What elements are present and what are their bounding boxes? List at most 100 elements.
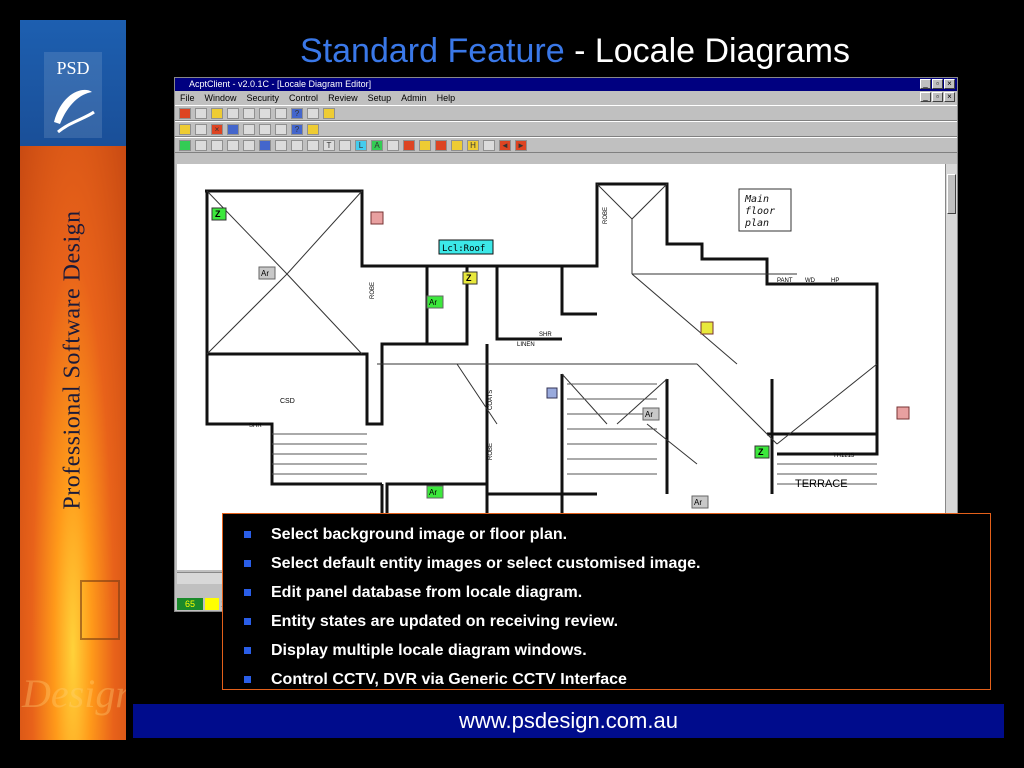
child-close-button[interactable]: × [944,92,955,102]
panel-icon[interactable] [195,107,207,119]
ar-marker: Ar [694,498,702,507]
brand-watermark: Design [22,671,126,716]
sun-icon[interactable] [451,139,463,151]
menu-window[interactable]: Window [204,91,238,105]
save-icon[interactable] [227,123,239,135]
diagram-canvas[interactable]: Main floor plan Lcl:Roof LINEN CSD PANT … [177,164,945,570]
help-icon[interactable]: ? [291,107,303,119]
map-icon[interactable] [243,107,255,119]
shape-icon[interactable] [339,139,351,151]
main-floor-plan-note: Main floor plan [738,188,792,232]
feature-text: Entity states are updated on receiving r… [271,613,619,630]
menu-security[interactable]: Security [246,91,281,105]
brand-vertical-text: Professional Software Design [59,210,86,510]
device-icon[interactable] [546,387,558,399]
roof-label: Lcl:Roof [442,244,485,254]
settings-icon[interactable] [307,107,319,119]
feature-text: Control CCTV, DVR via Generic CCTV Inter… [271,671,627,688]
delete-icon[interactable]: × [211,123,223,135]
close-button[interactable]: × [944,79,955,89]
room-robe-1: ROBE [370,282,376,299]
feature-item: Entity states are updated on receiving r… [233,607,980,636]
brand-panel: PSD Professional Software Design Design [20,20,126,740]
toolbar-1: ? [175,105,957,121]
menu-file[interactable]: File [179,91,196,105]
open-folder-icon[interactable] [179,123,191,135]
text-icon[interactable]: T [323,139,335,151]
bullet-square-icon [244,560,251,567]
review-icon[interactable] [259,107,271,119]
feature-list-box: Select background image or floor plan. S… [222,513,991,690]
feature-text: Display multiple locale diagram windows. [271,642,587,659]
exit-icon[interactable] [323,107,335,119]
new-icon[interactable] [195,123,207,135]
feature-text: Select default entity images or select c… [271,555,701,572]
restore-button[interactable]: ▫ [932,79,943,89]
title-part2: Locale Diagrams [594,32,850,70]
label-l-icon[interactable]: L [355,139,367,151]
scroll-thumb[interactable] [947,174,956,214]
room-shr-2: SHR [249,423,262,429]
zone-marker: Z [466,273,472,283]
menu-setup[interactable]: Setup [367,91,393,105]
child-minimize-button[interactable]: _ [920,92,931,102]
toolbar-2: × ? [175,121,957,137]
globe-icon[interactable] [259,139,271,151]
bullet-square-icon [244,618,251,625]
feature-item: Select background image or floor plan. [233,520,980,549]
note-line-2: floor [745,206,775,217]
alarm-icon[interactable] [419,139,431,151]
exit2-icon[interactable] [307,123,319,135]
device-icon[interactable] [700,321,714,335]
psd-logo-icon: PSD [44,52,102,138]
link-icon[interactable] [291,139,303,151]
fit-icon[interactable] [227,139,239,151]
back-icon[interactable] [179,139,191,151]
grid-icon[interactable] [227,107,239,119]
speaker-icon[interactable] [483,139,495,151]
link2-icon[interactable] [307,139,319,151]
note-line-3: plan [744,218,769,229]
feature-text: Edit panel database from locale diagram. [271,584,583,601]
device-icon[interactable] [370,211,384,225]
arm-icon[interactable] [211,107,223,119]
child-restore-button[interactable]: ▫ [932,92,943,102]
record-icon[interactable] [403,139,415,151]
footer-url[interactable]: www.psdesign.com.au [133,704,1004,738]
zoom-in-icon[interactable] [195,139,207,151]
circuit-graphic [80,580,120,640]
help2-icon[interactable]: ? [291,123,303,135]
vertical-scrollbar[interactable] [945,164,957,570]
arrow-right-icon[interactable]: ► [515,139,527,151]
menu-help[interactable]: Help [436,91,457,105]
menu-bar: File Window Security Control Review Setu… [175,91,957,105]
label-h-icon[interactable]: H [467,139,479,151]
title-separator: - [564,32,595,70]
paint-icon[interactable] [435,139,447,151]
minimize-button[interactable]: _ [920,79,931,89]
label-a-icon[interactable]: A [371,139,383,151]
menu-review[interactable]: Review [327,91,359,105]
toolbar-3: T L A H ◄ ► [175,137,957,153]
connect-icon[interactable] [179,107,191,119]
bullet-square-icon [244,676,251,683]
device-icon[interactable] [896,406,910,420]
report-icon[interactable] [275,107,287,119]
cut-icon[interactable] [259,123,271,135]
bullet-square-icon [244,589,251,596]
bullet-square-icon [244,531,251,538]
feature-text: Select background image or floor plan. [271,526,568,543]
arrow-left-icon[interactable]: ◄ [499,139,511,151]
menu-admin[interactable]: Admin [400,91,428,105]
feature-item: Select default entity images or select c… [233,549,980,578]
menu-control[interactable]: Control [288,91,319,105]
keypad-icon[interactable] [243,139,255,151]
device-icon[interactable] [387,139,399,151]
ar-marker: Ar [645,410,653,419]
copy-icon[interactable] [275,123,287,135]
zoom-out-icon[interactable] [211,139,223,151]
feature-item: Display multiple locale diagram windows. [233,636,980,665]
trash-icon[interactable] [243,123,255,135]
printer-icon[interactable] [275,139,287,151]
terrace-label: TERRACE [795,478,848,490]
